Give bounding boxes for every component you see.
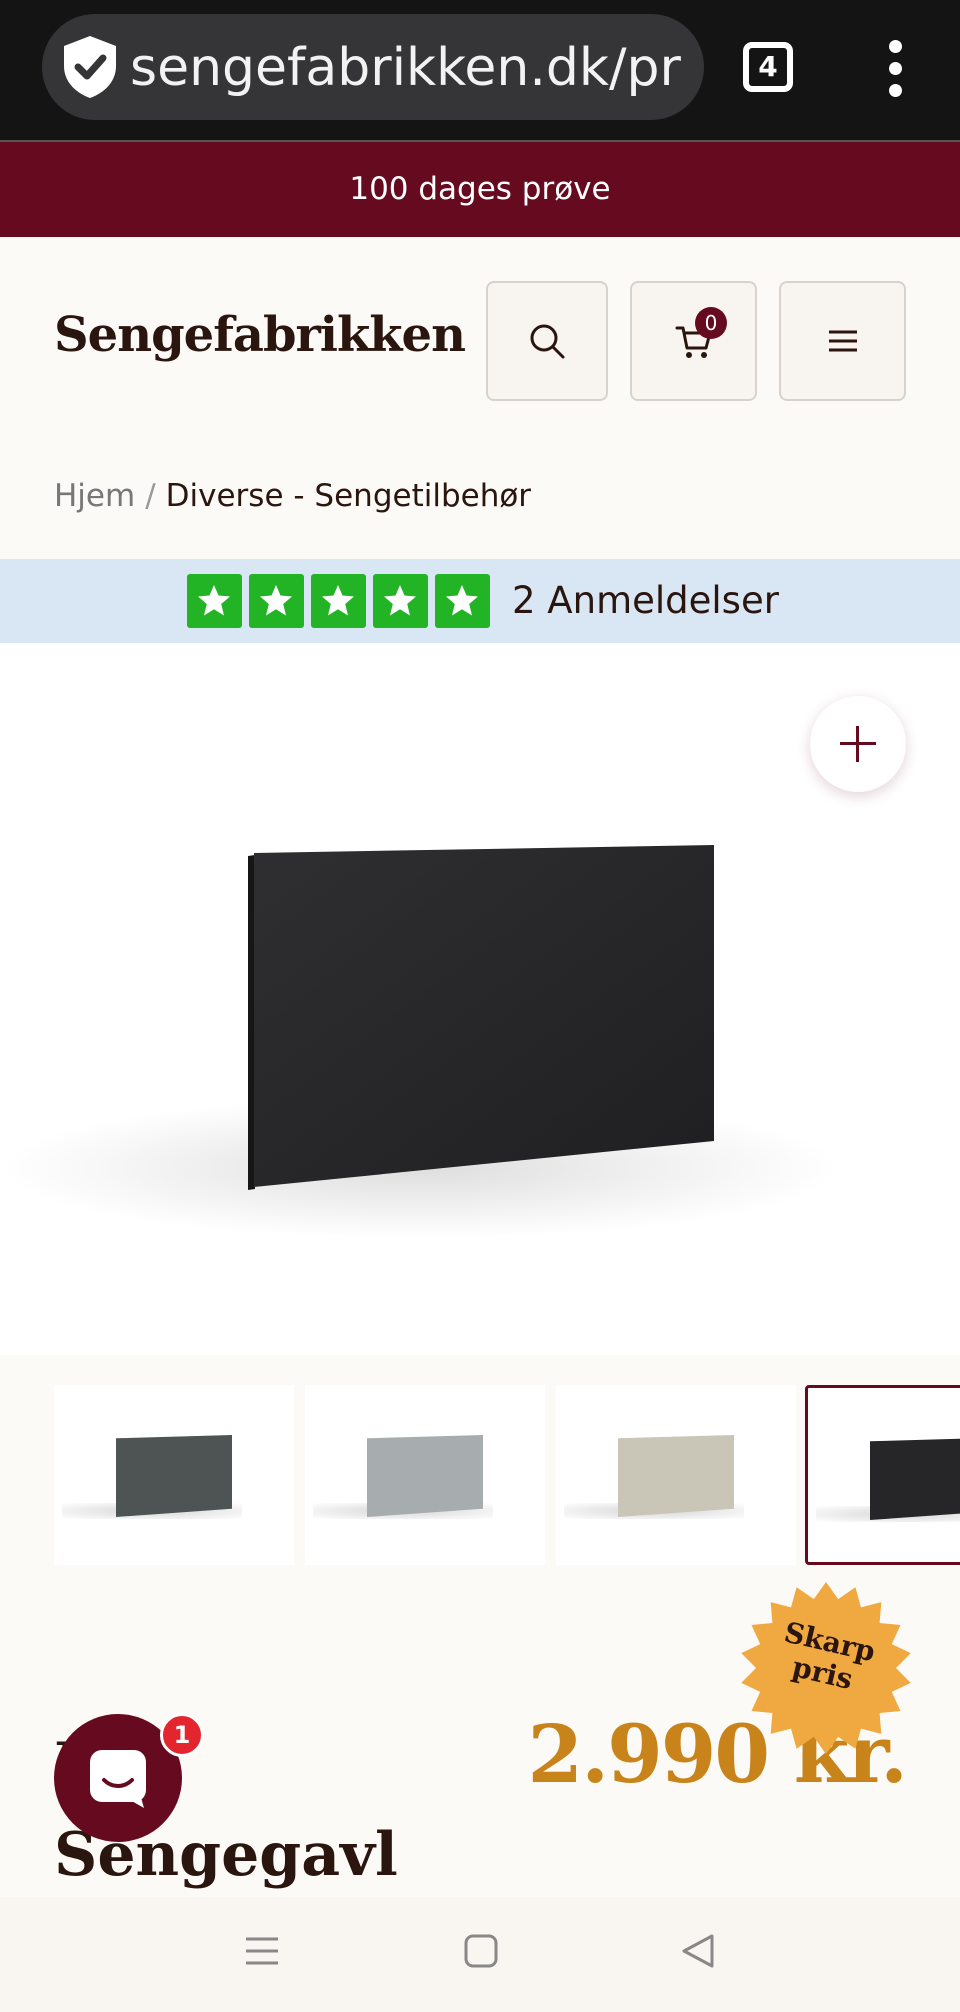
thumbnail-board <box>367 1435 483 1517</box>
product-main-image[interactable] <box>0 643 960 1355</box>
address-bar[interactable]: sengefabrikken.dk/pr <box>42 14 704 120</box>
breadcrumb-current[interactable]: Diverse - Sengetilbehør <box>166 478 531 514</box>
promo-text: 100 dages prøve <box>349 171 611 207</box>
star-icon <box>311 574 366 628</box>
breadcrumb-separator: / <box>145 478 156 514</box>
recents-icon[interactable] <box>244 1933 280 1969</box>
search-button[interactable] <box>486 281 608 401</box>
menu-button[interactable] <box>779 281 906 401</box>
thumbnail-2[interactable] <box>305 1385 545 1565</box>
thumbnail-board <box>618 1435 734 1517</box>
thumbnail-board <box>870 1438 960 1520</box>
shield-check-icon <box>64 36 116 98</box>
thumbnail-3[interactable] <box>556 1385 796 1565</box>
promo-banner: 100 dages prøve <box>0 142 960 237</box>
reviews-bar[interactable]: 2 Anmeldelser <box>0 559 960 643</box>
cart-count-badge: 0 <box>695 307 727 339</box>
site-logo[interactable]: Sengefabrikken <box>54 307 466 363</box>
hamburger-icon <box>828 330 857 352</box>
url-text: sengefabrikken.dk/pr <box>130 38 681 98</box>
thumbnail-board <box>116 1435 232 1517</box>
thumbnail-strip <box>0 1385 960 1567</box>
breadcrumb-home-link[interactable]: Hjem <box>54 478 135 514</box>
site-header: Sengefabrikken 0 <box>0 237 960 432</box>
tab-count: 4 <box>758 50 778 83</box>
reviews-count[interactable]: 2 Anmeldelser <box>512 578 779 624</box>
star-icon <box>249 574 304 628</box>
star-icon <box>373 574 428 628</box>
search-icon <box>530 324 565 359</box>
tab-switcher-button[interactable]: 4 <box>743 42 793 92</box>
star-icon <box>187 574 242 628</box>
chat-icon <box>90 1750 146 1808</box>
system-navigation-bar <box>0 1897 960 2012</box>
cart-button[interactable]: 0 <box>630 281 757 401</box>
browser-toolbar: sengefabrikken.dk/pr 4 <box>0 0 960 142</box>
breadcrumb: Hjem / Diverse - Sengetilbehør <box>54 478 531 514</box>
more-vertical-icon[interactable] <box>880 40 912 97</box>
home-icon[interactable] <box>463 1933 499 1969</box>
thumbnail-1[interactable] <box>54 1385 294 1565</box>
thumbnail-4-selected[interactable] <box>805 1385 960 1565</box>
zoom-button[interactable] <box>810 696 906 792</box>
sale-badge: Skarp pris <box>736 1580 916 1756</box>
back-icon[interactable] <box>680 1933 716 1969</box>
rating-stars <box>187 574 490 628</box>
star-icon <box>435 574 490 628</box>
chat-unread-badge: 1 <box>160 1713 204 1757</box>
